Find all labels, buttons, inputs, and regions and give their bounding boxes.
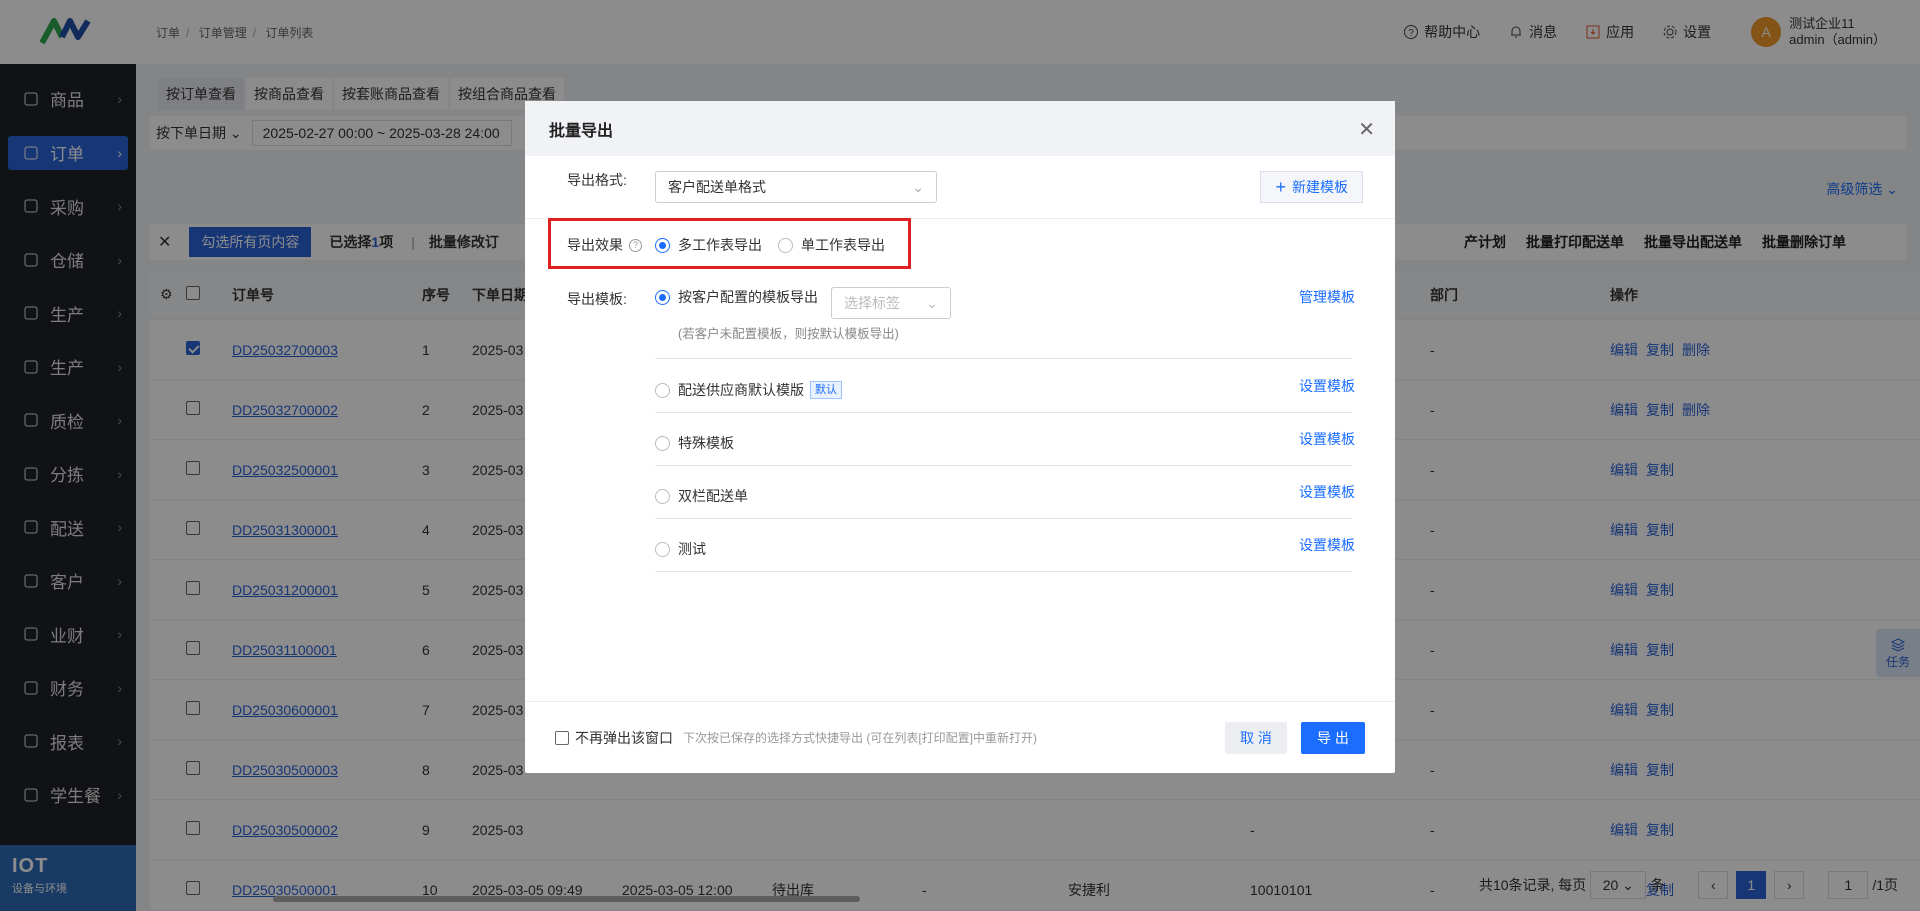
template-name: 配送供应商默认模版	[678, 382, 804, 398]
template-label: 导出模板:	[567, 291, 627, 307]
tag-select[interactable]: 选择标签 ⌄	[831, 287, 951, 319]
template-radio[interactable]	[655, 382, 670, 398]
new-template-button[interactable]: + 新建模板	[1260, 171, 1363, 203]
set-template-link[interactable]: 设置模板	[1299, 482, 1355, 502]
export-button[interactable]: 导 出	[1301, 721, 1365, 754]
template-radio[interactable]	[655, 488, 670, 504]
template-option-2[interactable]: 双栏配送单	[655, 486, 748, 506]
effect-option-multi[interactable]: 多工作表导出	[655, 235, 762, 255]
cancel-button[interactable]: 取 消	[1225, 721, 1287, 754]
template-option-3[interactable]: 测试	[655, 539, 706, 559]
help-icon[interactable]: ?	[629, 238, 642, 252]
template-name: 双栏配送单	[678, 488, 748, 504]
tag-placeholder: 选择标签	[844, 295, 900, 311]
radio-multi-sheet[interactable]	[655, 237, 670, 253]
radio-customer-template[interactable]	[655, 289, 670, 305]
customer-template-label: 按客户配置的模板导出	[678, 289, 818, 305]
format-select[interactable]: 客户配送单格式 ⌄	[655, 171, 937, 203]
single-sheet-label: 单工作表导出	[801, 237, 885, 253]
batch-export-dialog: 批量导出 ✕ 导出格式: 客户配送单格式 ⌄ + 新建模板 导出效果 ? 多工作表…	[525, 101, 1395, 773]
set-template-link[interactable]: 设置模板	[1299, 429, 1355, 449]
no-popup-checkbox[interactable]	[555, 730, 569, 745]
template-option-customer[interactable]: 按客户配置的模板导出	[655, 287, 818, 307]
close-icon[interactable]: ✕	[1358, 117, 1375, 142]
no-popup-hint: 下次按已保存的选择方式快捷导出 (可在列表[打印配置]中重新打开)	[683, 731, 1037, 745]
dialog-title: 批量导出	[549, 122, 614, 140]
template-radio[interactable]	[655, 435, 670, 451]
plus-icon: +	[1275, 176, 1286, 197]
template-option-1[interactable]: 特殊模板	[655, 433, 734, 453]
template-radio[interactable]	[655, 541, 670, 557]
format-value: 客户配送单格式	[668, 179, 766, 195]
no-popup-label[interactable]: 不再弹出该窗口	[575, 728, 673, 748]
default-badge: 默认	[810, 381, 842, 399]
manage-template-link[interactable]: 管理模板	[1299, 287, 1355, 307]
effect-label: 导出效果	[567, 237, 623, 253]
effect-option-single[interactable]: 单工作表导出	[778, 235, 885, 255]
new-template-label: 新建模板	[1292, 179, 1348, 195]
template-name: 特殊模板	[678, 435, 734, 451]
template-name: 测试	[678, 541, 706, 557]
template-option-0[interactable]: 配送供应商默认模版 默认	[655, 380, 842, 400]
format-label: 导出格式:	[567, 172, 627, 188]
set-template-link[interactable]: 设置模板	[1299, 376, 1355, 396]
dialog-footer: 不再弹出该窗口 下次按已保存的选择方式快捷导出 (可在列表[打印配置]中重新打开…	[525, 701, 1395, 773]
customer-template-hint: (若客户未配置模板，则按默认模板导出)	[678, 327, 899, 341]
multi-sheet-label: 多工作表导出	[678, 237, 762, 253]
radio-single-sheet[interactable]	[778, 237, 793, 253]
set-template-link[interactable]: 设置模板	[1299, 535, 1355, 555]
